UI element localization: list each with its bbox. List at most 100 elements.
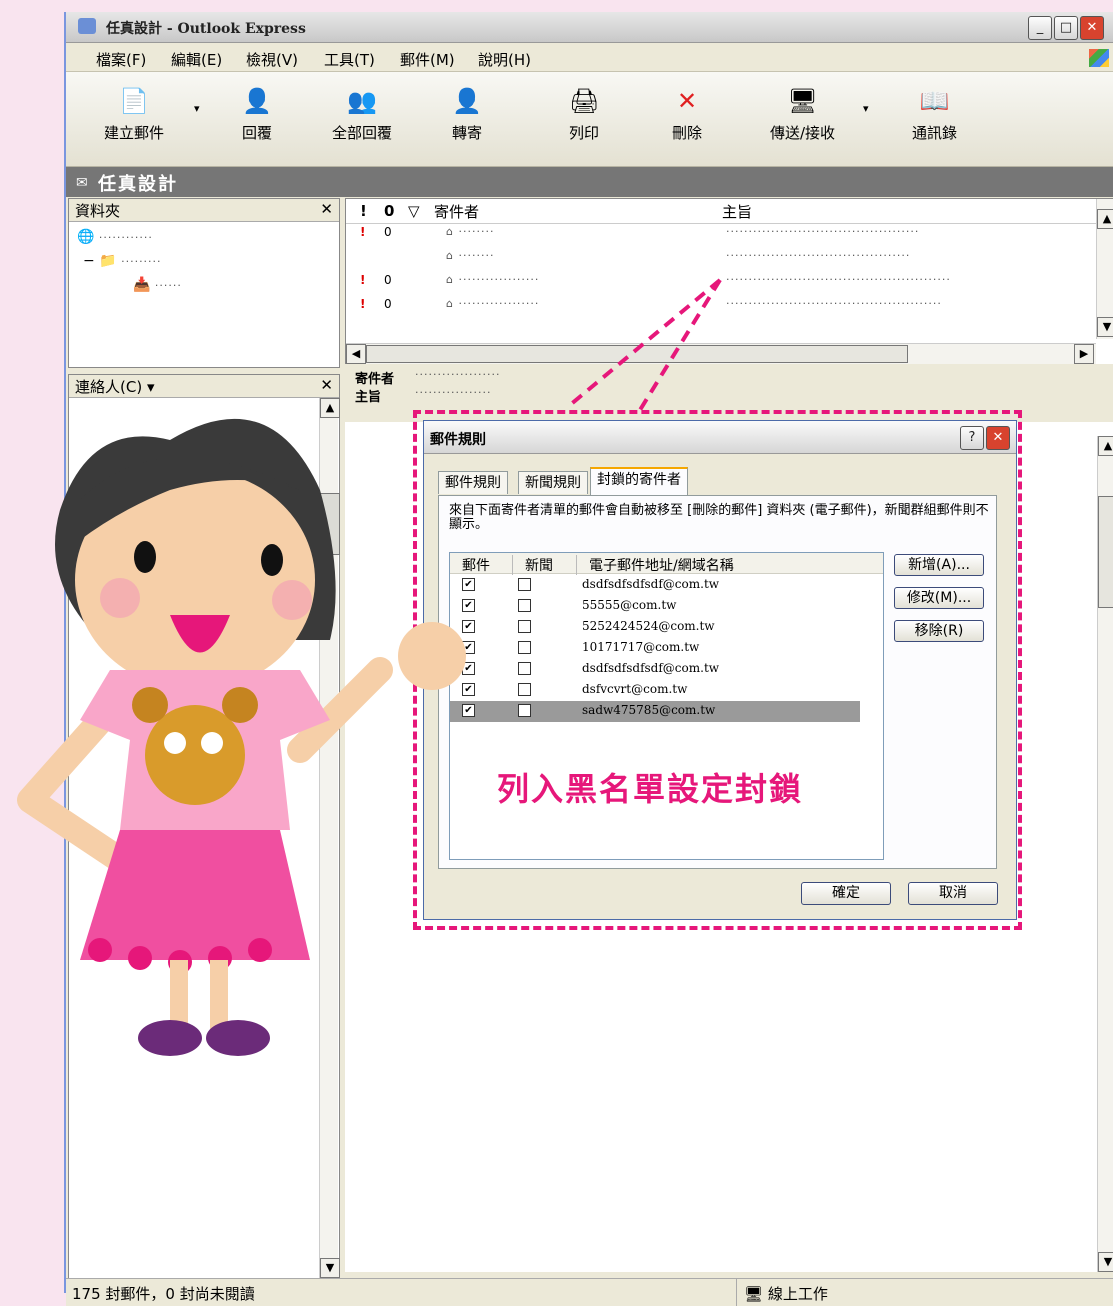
blocked-address: 5252424524@com.tw	[582, 619, 715, 633]
blocked-senders-list[interactable]: 郵件 新聞 電子郵件地址/網域名稱 ✔ dsdfsdfsdfsdf@com.tw ✔…	[449, 552, 884, 860]
dialog-title-bar[interactable]: 郵件規則 ? ✕	[424, 421, 1016, 454]
menu-message[interactable]: 郵件(M)	[400, 49, 455, 70]
skirt-dot	[248, 938, 272, 962]
blocked-sender-row[interactable]: ✔ dsdfsdfsdfsdf@com.tw	[450, 575, 860, 596]
new-mail-button[interactable]: 📄 建立郵件	[104, 86, 164, 143]
news-checkbox[interactable]	[518, 704, 531, 717]
tab-news-rules[interactable]: 新聞規則	[518, 471, 588, 494]
girl-right-cheek	[272, 580, 312, 620]
news-checkbox[interactable]	[518, 662, 531, 675]
col-address[interactable]: 電子郵件地址/網域名稱	[576, 555, 734, 575]
outlook-root-icon: 🌐	[77, 229, 95, 245]
blocked-sender-row[interactable]: ✔ 10171717@com.tw	[450, 638, 860, 659]
new-mail-dropdown-icon[interactable]: ▾	[194, 102, 200, 115]
news-checkbox[interactable]	[518, 641, 531, 654]
news-checkbox[interactable]	[518, 599, 531, 612]
girl-right-leg	[210, 960, 228, 1030]
online-status: 🖥 線上工作	[744, 1283, 828, 1304]
col-news[interactable]: 新聞	[512, 555, 553, 575]
minimize-button[interactable]: _	[1028, 16, 1052, 40]
blocked-sender-row[interactable]: ✔ dsfvcvrt@com.tw	[450, 680, 860, 701]
folder-tree-inbox[interactable]: 📥 ······	[133, 277, 182, 293]
address-book-label: 通訊錄	[912, 124, 958, 142]
menu-view[interactable]: 檢視(V)	[246, 49, 298, 70]
preview-scroll-down-icon[interactable]: ▼	[1098, 1252, 1113, 1272]
skirt-dot	[88, 938, 112, 962]
message-list-vscroll[interactable]: ▲ ▼	[1096, 199, 1113, 339]
ok-button[interactable]: 確定	[801, 882, 891, 905]
reply-all-button[interactable]: 👥 全部回覆	[332, 86, 392, 143]
blocked-sender-row[interactable]: ✔ dsdfsdfsdfsdf@com.tw	[450, 659, 860, 680]
news-checkbox[interactable]	[518, 578, 531, 591]
news-checkbox[interactable]	[518, 620, 531, 633]
menu-edit[interactable]: 編輯(E)	[171, 49, 222, 70]
send-receive-label: 傳送/接收	[770, 124, 836, 142]
folders-pane-close-button[interactable]: ✕	[320, 200, 333, 218]
callout-line	[638, 278, 722, 412]
blocked-address: dsfvcvrt@com.tw	[582, 682, 688, 696]
folder-tree-local[interactable]: − 📁 ·········	[83, 253, 162, 269]
callout-caption: 列入黑名單設定封鎖	[497, 770, 804, 808]
reply-label: 回覆	[242, 124, 273, 142]
cancel-button[interactable]: 取消	[908, 882, 998, 905]
dialog-close-button[interactable]: ✕	[986, 426, 1010, 450]
col-subject[interactable]: 主旨	[722, 201, 752, 222]
reply-icon: 👤	[242, 87, 272, 115]
blocked-sender-row[interactable]: ✔ 5252424524@com.tw	[450, 617, 860, 638]
message-scroll-left-icon[interactable]: ◀	[346, 344, 366, 364]
delete-label: 刪除	[672, 124, 703, 142]
folder-tree-root[interactable]: 🌐 ············	[77, 229, 153, 245]
reply-all-icon: 👥	[347, 87, 377, 115]
girl-illustration	[17, 418, 466, 1056]
preview-scrollbar[interactable]: ▲ ▼	[1097, 436, 1113, 1272]
blocked-sender-row[interactable]: ✔ 55555@com.tw	[450, 596, 860, 617]
callout-connector	[568, 278, 722, 412]
message-scroll-up-icon[interactable]: ▲	[1097, 209, 1113, 229]
menu-file[interactable]: 檔案(F)	[96, 49, 146, 70]
folders-pane-header: 資料夾 ✕	[69, 199, 339, 222]
news-checkbox[interactable]	[518, 683, 531, 696]
message-scroll-down-icon[interactable]: ▼	[1097, 317, 1113, 337]
message-sender: ⌂ ········	[446, 225, 495, 238]
add-button[interactable]: 新增(A)...	[894, 554, 984, 576]
girl-left-shoe	[138, 1020, 202, 1056]
attachment-icon: 0	[384, 273, 392, 287]
preview-scroll-thumb[interactable]	[1098, 496, 1113, 608]
message-row[interactable]: ! 0 ⌂ ········ ·························…	[346, 225, 1113, 249]
message-subject: ········································…	[726, 297, 942, 310]
col-priority[interactable]: !	[360, 202, 367, 220]
menu-tools[interactable]: 工具(T)	[324, 49, 375, 70]
dialog-help-button[interactable]: ?	[960, 426, 984, 450]
folder-bar-title: 任真設計	[98, 174, 178, 195]
tab-blocked-senders[interactable]: 封鎖的寄件者	[590, 467, 688, 496]
toolbar: 📄 建立郵件 ▾ 👤 回覆 👥 全部回覆 👤 轉寄 🖨 列印 ✕ 刪除 🖥 傳送…	[66, 72, 1113, 167]
preview-scroll-up-icon[interactable]: ▲	[1098, 436, 1113, 456]
send-receive-icon: 🖥	[787, 87, 818, 115]
modify-button[interactable]: 修改(M)...	[894, 587, 984, 609]
windows-logo-icon	[1089, 49, 1109, 67]
menu-help[interactable]: 說明(H)	[478, 49, 531, 70]
col-sender[interactable]: 寄件者	[434, 201, 479, 222]
title-bar[interactable]: 任真設計 - Outlook Express _ □ ✕	[66, 12, 1113, 43]
remove-button[interactable]: 移除(R)	[894, 620, 984, 642]
blocked-sender-row[interactable]: ✔ sadw475785@com.tw	[450, 701, 860, 722]
send-receive-button[interactable]: 🖥 傳送/接收	[770, 86, 835, 143]
message-scroll-right-icon[interactable]: ▶	[1074, 344, 1094, 364]
bear-right-eye	[201, 732, 223, 754]
bear-face-icon	[145, 705, 245, 805]
print-button[interactable]: 🖨 列印	[569, 86, 599, 143]
new-mail-icon: 📄	[119, 87, 149, 115]
col-flag[interactable]: ▽	[408, 202, 420, 220]
col-attachment[interactable]: 0	[384, 202, 394, 220]
maximize-button[interactable]: □	[1054, 16, 1078, 40]
contacts-scroll-down-icon[interactable]: ▼	[320, 1258, 340, 1278]
address-book-button[interactable]: 📖 通訊錄	[912, 86, 957, 143]
forward-button[interactable]: 👤 轉寄	[452, 86, 482, 143]
priority-icon: !	[360, 273, 366, 287]
collapse-icon: −	[83, 253, 95, 269]
delete-button[interactable]: ✕ 刪除	[672, 86, 702, 143]
reply-button[interactable]: 👤 回覆	[242, 86, 272, 143]
close-button[interactable]: ✕	[1080, 16, 1104, 40]
send-receive-dropdown-icon[interactable]: ▾	[863, 102, 869, 115]
girl-skirt	[80, 830, 310, 960]
